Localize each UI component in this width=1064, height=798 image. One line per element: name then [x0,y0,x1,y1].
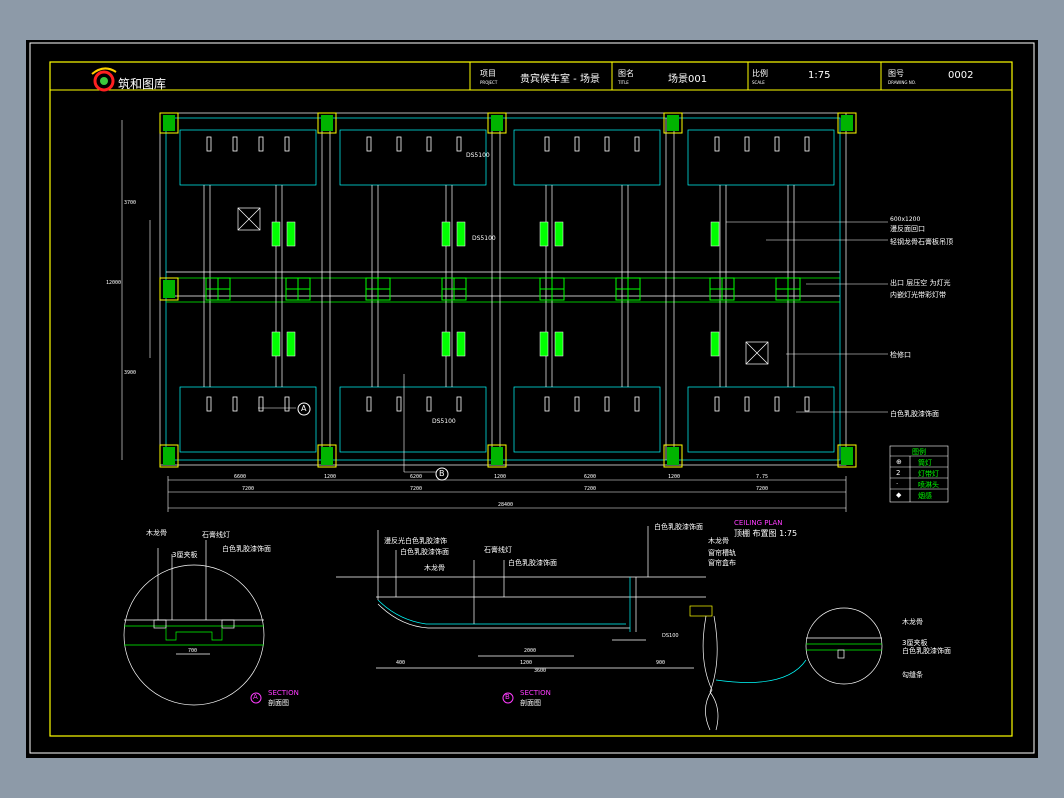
detail-c-note: 白色乳胶漆饰面 [902,647,951,655]
annotation-light-strip: 内嵌灯光带彩灯带 [890,291,946,299]
annotation-opening-size: 600x1200 [890,216,921,223]
detail-c-note: 勾缝条 [902,671,923,679]
legend-sym: ◆ [896,491,902,499]
callout-a-letter[interactable]: A [301,404,306,413]
plan-ds-label-2: DS5100 [472,235,496,242]
ceiling-plan [159,112,847,466]
legend-label: 筒灯 [918,459,932,467]
outer-frame [29,42,1035,754]
drawing-frame [49,61,1013,737]
section-b-dim: 400 [396,660,406,666]
green-panels [271,221,720,357]
detail-c-circle [715,607,883,685]
cad-viewport[interactable]: 筑和图库 项目 PROJECT 贵宾候车室 - 场景 图名 TITLE 场景00… [26,40,1038,758]
logo-icon [91,67,117,92]
plan-columns [159,112,857,468]
section-b-letter: B [505,693,510,701]
dim-total: 28400 [498,502,514,508]
dim-seg: 7200 [242,486,255,492]
section-a-title: SECTION [268,689,299,697]
drawing-sub: TITLE [618,80,629,85]
dim-seg: 1200 [668,474,681,480]
dim-left-b: 3900 [124,370,137,376]
plan-ds-label-3: DS5100 [432,418,456,425]
legend-label: 烟感 [918,492,932,500]
plan-leaders [258,221,888,473]
dim-seg: 6200 [410,474,423,480]
legend-label: 喷淋头 [918,481,939,489]
legend-sym: 2 [896,469,901,477]
section-b-note: 木龙骨 [424,564,445,572]
logo-text: 筑和图库 [118,77,167,91]
dim-seg: 1200 [494,474,507,480]
section-a-letter: A [253,693,258,701]
annotation-access-panel: 检修口 [890,351,911,359]
legend-sym: ⊕ [896,458,902,466]
dim-seg: 6600 [234,474,247,480]
legend-title: 图例 [912,448,926,456]
section-b-ds: DS100 [662,633,679,639]
section-b-dim: 900 [656,660,666,666]
section-a-note: 白色乳胶漆饰面 [222,545,271,553]
section-b-note: 石膏线灯 [484,546,512,554]
plan-ds-label-1: DS5100 [466,152,490,159]
section-b-note: 白色乳胶漆饰面 [508,559,557,567]
bay-lights [206,136,810,412]
band-lights [205,277,801,301]
ceiling-note: 窗帘槽轨 [708,549,736,557]
dim-seg: 7.75 [756,474,769,480]
legend-sym: · [896,480,899,488]
scale-sub: SCALE [752,80,765,85]
ceiling-note: 白色乳胶漆饰面 [654,523,703,531]
number-label: 图号 [888,69,904,78]
section-b-note: 漫反光白色乳胶漆饰 [384,537,447,545]
scale-value: 1:75 [808,70,831,81]
annotation-gypsum-ceiling: 轻钢龙骨石膏板吊顶 [890,238,953,246]
section-b-subtitle: 剖面图 [520,699,541,707]
section-b-dim: 1200 [520,660,533,666]
dim-seg: 7200 [756,486,769,492]
annotation-diffuse-opening: 漫反面回口 [890,225,925,233]
project-value: 贵宾候车室 - 场景 [520,74,600,85]
section-a-dim: 700 [188,648,198,654]
section-b-title: SECTION [520,689,551,697]
ceiling-plan-title: CEILING PLAN [734,519,783,527]
section-a-subtitle: 剖面图 [268,699,289,707]
dim-left-a: 3700 [124,200,137,206]
legend-label: 灯带灯 [918,470,939,478]
project-sub: PROJECT [480,80,498,85]
scale-label: 比例 [752,69,768,78]
dim-seg: 6200 [584,474,597,480]
ceiling-note: 木龙骨 [708,537,729,545]
section-a-note: 石膏线灯 [202,531,230,539]
ceiling-note: 窗帘盒布 [708,559,736,567]
drawing-label: 图名 [618,69,634,78]
dim-seg: 7200 [410,486,423,492]
dim-seg: 7200 [584,486,597,492]
section-a-detail [123,540,265,706]
ceiling-plan-subtitle: 顶棚 布置图 1:75 [734,529,798,538]
number-sub: DRAWING NO. [888,80,916,85]
annotation-outlet: 出口 层压空 为灯光 [890,279,951,287]
number-value: 0002 [948,70,974,81]
section-a-note: 3厘夹板 [172,551,198,559]
detail-c-note: 木龙骨 [902,618,923,626]
section-a-note: 木龙骨 [146,529,167,537]
plan-dimensions [121,120,847,512]
dim-seg: 1200 [324,474,337,480]
section-b-dim: 2000 [524,648,537,654]
dim-left-total: 12000 [106,280,122,286]
section-b-dim: 3600 [534,668,547,674]
callout-b-letter[interactable]: B [439,469,445,478]
drawing-value: 场景001 [668,74,708,85]
section-b-note: 白色乳胶漆饰面 [400,548,449,556]
annotation-white-paint: 白色乳胶漆饰面 [890,410,939,418]
project-label: 项目 [480,69,496,78]
